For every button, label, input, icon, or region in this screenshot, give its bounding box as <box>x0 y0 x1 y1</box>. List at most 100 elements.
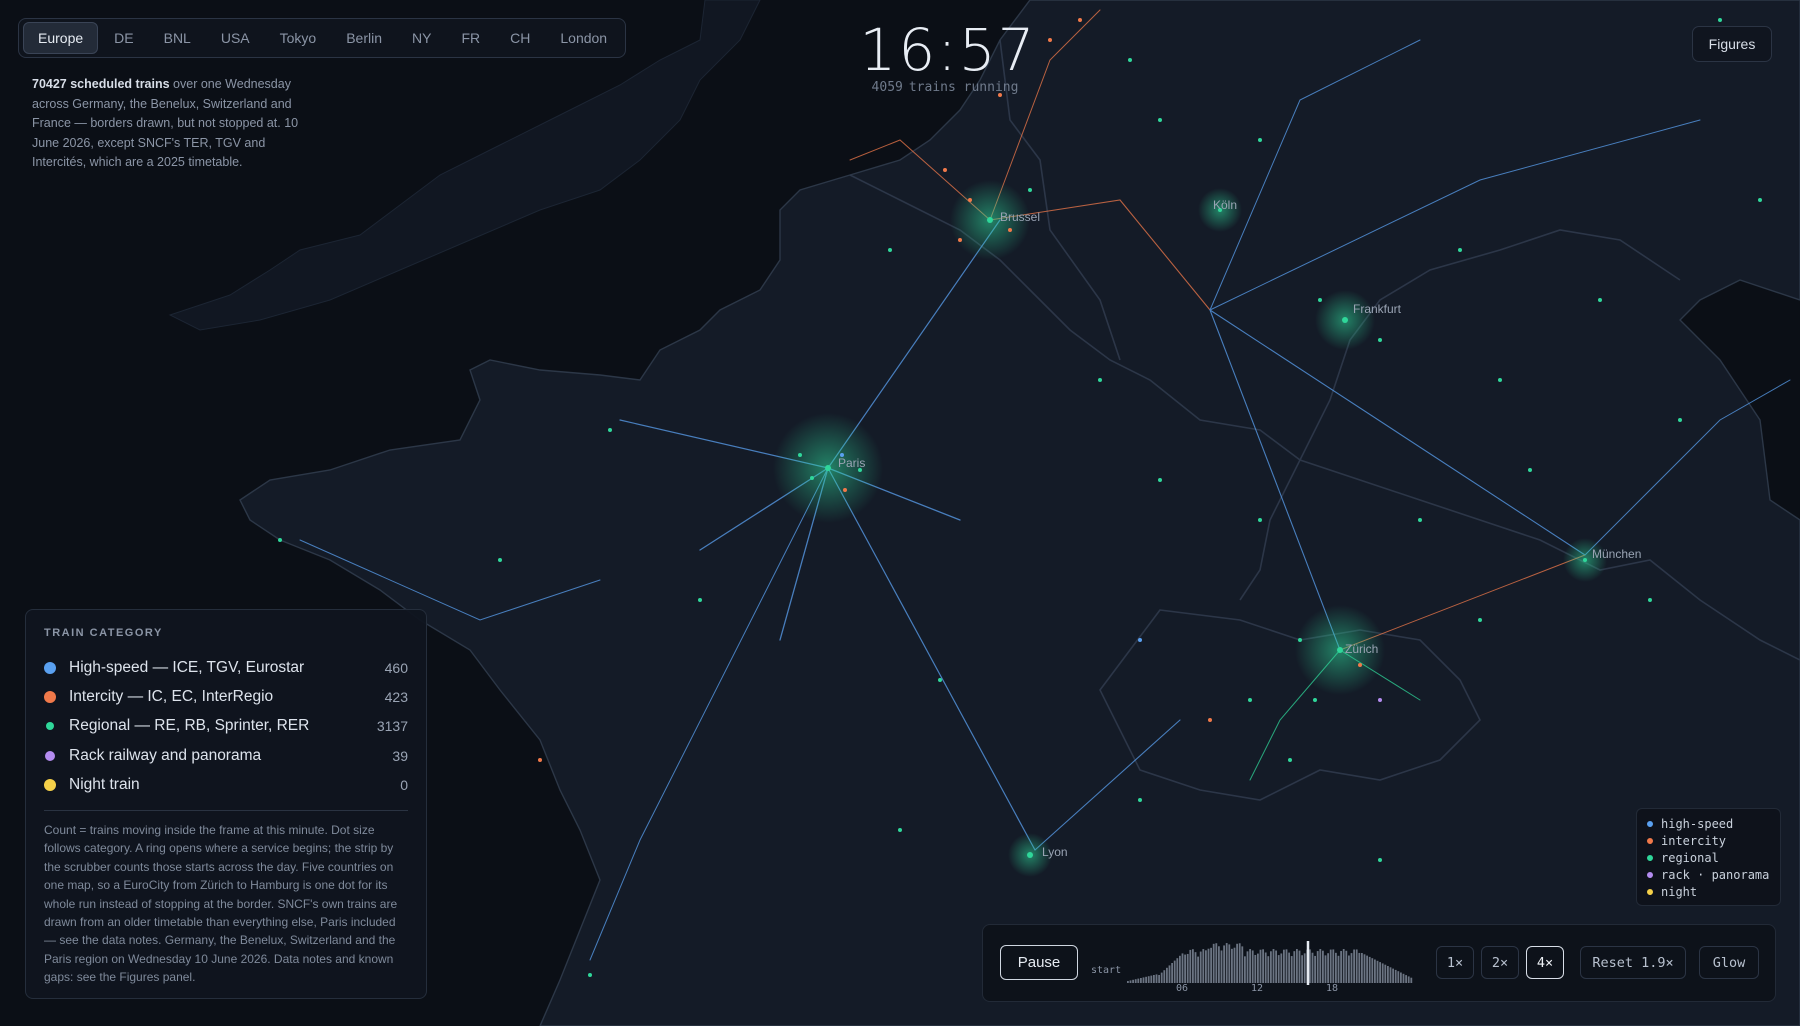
mini-legend-label: rack · panorama <box>1661 868 1770 883</box>
histogram-bar <box>1410 977 1413 983</box>
regional-dot-icon <box>46 722 54 731</box>
night-dot-icon <box>1647 889 1653 896</box>
histogram-bar <box>1402 973 1405 983</box>
panel-divider <box>44 809 408 811</box>
histogram-bar <box>1340 950 1342 983</box>
histogram-bar <box>1233 947 1236 983</box>
category-row-regional[interactable]: Regional — RE, RB, Sprinter, RER 3137 <box>44 712 408 741</box>
histogram-bar <box>1301 955 1303 983</box>
histogram-bar <box>1218 946 1220 983</box>
tab-de[interactable]: DE <box>100 23 147 53</box>
city-label-koln: Köln <box>1213 198 1237 212</box>
histogram-bar <box>1173 960 1176 983</box>
tab-ch[interactable]: CH <box>496 23 544 53</box>
tab-tokyo[interactable]: Tokyo <box>266 23 331 53</box>
histogram-bar <box>1366 955 1368 983</box>
histogram-bar <box>1212 943 1215 983</box>
tab-fr[interactable]: FR <box>447 23 494 53</box>
histogram-bar <box>1171 963 1173 983</box>
city-label-zurich: Zürich <box>1345 642 1378 656</box>
histogram-bar <box>1381 963 1384 983</box>
histogram-bar <box>1332 949 1335 983</box>
histogram-bar <box>1262 949 1264 983</box>
histogram-bar <box>1405 975 1407 983</box>
time-scrubber[interactable]: 06 12 18 <box>1091 939 1413 991</box>
histogram-bar <box>1322 950 1324 983</box>
pause-button[interactable]: Pause <box>1000 945 1078 980</box>
category-row-rack-railway[interactable]: Rack railway and panorama 39 <box>44 741 408 770</box>
city-label-paris: Paris <box>838 456 865 470</box>
histogram-bar <box>1272 949 1275 983</box>
mini-legend: high-speed intercity regional rack · pan… <box>1636 808 1781 906</box>
histogram-bar <box>1371 958 1374 983</box>
histogram-bar <box>1153 975 1155 983</box>
histogram-bar <box>1394 969 1397 983</box>
histogram-bar <box>1392 968 1394 983</box>
histogram-bar <box>1379 962 1381 983</box>
category-label: Intercity — IC, EC, InterRegio <box>69 688 274 706</box>
histogram-bar <box>1142 977 1145 983</box>
histogram-bar <box>1264 952 1267 983</box>
histogram-bar <box>1231 948 1233 983</box>
histogram-bar <box>1166 967 1168 983</box>
intro-text: 70427 scheduled trains over one Wednesda… <box>32 75 312 173</box>
histogram-bar <box>1220 950 1223 983</box>
scheduled-trains-count: 70427 scheduled trains <box>32 77 170 91</box>
histogram-bar <box>1147 976 1150 983</box>
category-count: 0 <box>400 777 408 794</box>
tab-bnl[interactable]: BNL <box>150 23 205 53</box>
histogram-bar <box>1257 953 1259 983</box>
histogram-bar <box>1168 965 1171 983</box>
histogram-bar <box>1181 953 1184 983</box>
histogram-bar <box>1251 950 1254 983</box>
city-label-munchen: München <box>1592 547 1641 561</box>
histogram-bar <box>1316 951 1319 983</box>
histogram-bar <box>1150 975 1153 983</box>
histogram-bar <box>1236 943 1238 983</box>
tab-london[interactable]: London <box>546 23 621 53</box>
city-label-lyon: Lyon <box>1042 845 1068 859</box>
histogram-bar <box>1280 953 1283 983</box>
histogram-bar <box>1324 955 1327 983</box>
mini-legend-item: high-speed <box>1647 815 1780 832</box>
category-label: Night train <box>69 776 140 794</box>
histogram-bar <box>1329 949 1332 983</box>
histogram-bar <box>1350 953 1353 983</box>
histogram-bar <box>1311 952 1314 983</box>
mini-legend-label: regional <box>1661 850 1719 865</box>
category-row-high-speed[interactable]: High-speed — ICE, TGV, Eurostar 460 <box>44 653 408 682</box>
histogram-bar <box>1293 951 1296 983</box>
category-label: High-speed — ICE, TGV, Eurostar <box>69 658 305 676</box>
reset-speed-button[interactable]: Reset 1.9× <box>1580 946 1686 979</box>
tab-berlin[interactable]: Berlin <box>332 23 396 53</box>
glow-toggle-button[interactable]: Glow <box>1699 946 1759 979</box>
category-count: 423 <box>384 689 408 706</box>
category-count: 460 <box>384 659 408 676</box>
clock-time: 16:57 <box>859 16 1037 84</box>
histogram-bar <box>1137 978 1140 983</box>
figures-button[interactable]: Figures <box>1692 26 1772 62</box>
tab-ny[interactable]: NY <box>398 23 445 53</box>
category-row-night-train[interactable]: Night train 0 <box>44 771 408 800</box>
histogram-bar <box>1132 979 1134 983</box>
histogram-bar <box>1189 949 1192 983</box>
histogram-bar <box>1186 953 1189 983</box>
histogram-bar <box>1288 952 1290 983</box>
histogram-bar <box>1283 949 1285 983</box>
histogram-bar <box>1277 955 1280 983</box>
speed-1x-button[interactable]: 1× <box>1436 946 1474 979</box>
histogram-bar <box>1140 978 1142 983</box>
speed-4x-button[interactable]: 4× <box>1526 946 1564 979</box>
hour-tick-12: 12 <box>1251 983 1263 991</box>
starts-histogram <box>1127 943 1413 983</box>
category-row-intercity[interactable]: Intercity — IC, EC, InterRegio 423 <box>44 682 408 711</box>
mini-legend-label: intercity <box>1661 833 1727 848</box>
tab-usa[interactable]: USA <box>207 23 264 53</box>
histogram-bar <box>1129 980 1132 983</box>
tab-europe[interactable]: Europe <box>23 22 99 54</box>
histogram-bar <box>1309 949 1311 983</box>
histogram-bar <box>1202 949 1205 983</box>
histogram-bar <box>1384 964 1387 983</box>
histogram-bar <box>1267 956 1270 983</box>
speed-2x-button[interactable]: 2× <box>1481 946 1519 979</box>
